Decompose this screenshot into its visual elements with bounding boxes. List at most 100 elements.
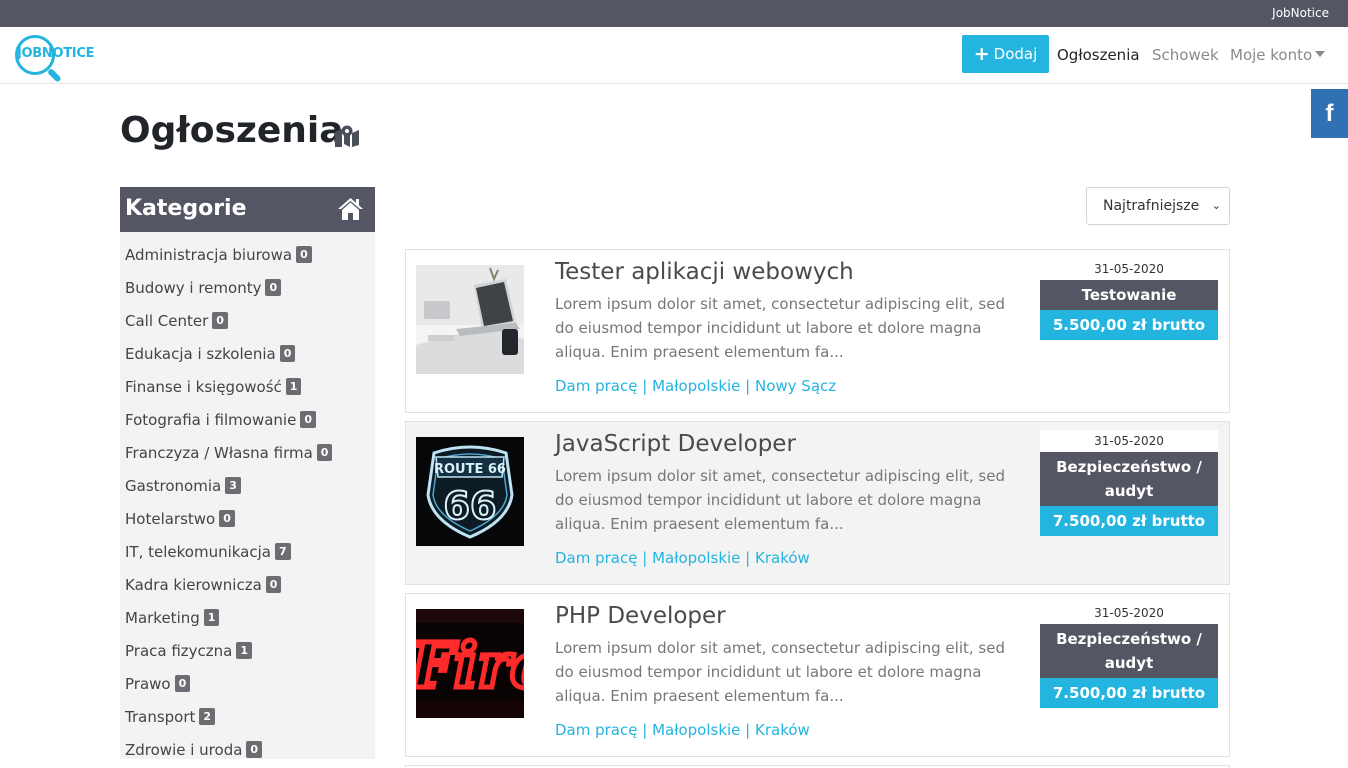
category-item[interactable]: Gastronomia 3	[120, 469, 375, 502]
offer-salary: 5.500,00 zł brutto	[1040, 310, 1218, 340]
category-item[interactable]: Praca fizyczna 1	[120, 634, 375, 667]
plus-icon: +	[973, 42, 990, 65]
offer-thumbnail[interactable]: ROUTE 66 66	[416, 437, 524, 546]
category-count-badge: 7	[274, 543, 291, 560]
category-item[interactable]: Call Center 0	[120, 304, 375, 337]
category-count-badge: 1	[236, 642, 253, 659]
facebook-button[interactable]: f	[1311, 89, 1348, 138]
category-label: Call Center	[125, 311, 209, 330]
category-count-badge: 1	[203, 609, 220, 626]
sort-select[interactable]: Najtrafniejsze ⌄	[1086, 187, 1230, 225]
offer-category: Bezpieczeństwo / audyt	[1040, 452, 1218, 506]
offer-category: Bezpieczeństwo / audyt	[1040, 624, 1218, 678]
category-sidebar: Kategorie Administracja biurowa 0 Budowy …	[120, 187, 375, 759]
thumb-route-text: ROUTE 66	[434, 462, 506, 477]
category-count-badge: 0	[265, 279, 282, 296]
category-count-badge: 0	[246, 741, 263, 758]
offer-description: Lorem ipsum dolor sit amet, consectetur …	[555, 639, 1005, 705]
category-label: Transport	[125, 707, 196, 726]
category-item[interactable]: Zdrowie i uroda 0	[120, 733, 375, 766]
add-button-label: Dodaj	[993, 45, 1038, 63]
category-label: Franczyza / Własna firma	[125, 443, 313, 462]
category-label: Marketing	[125, 608, 200, 627]
chevron-down-icon: ⌄	[1211, 199, 1221, 212]
offer-location-links[interactable]: Dam pracę | Małopolskie | Kraków	[555, 549, 810, 567]
sidebar-header: Kategorie	[120, 187, 375, 232]
category-label: Prawo	[125, 674, 171, 693]
page-title: Ogłoszenia	[120, 110, 344, 151]
offer-thumbnail[interactable]: Fire	[416, 609, 524, 718]
category-item[interactable]: Edukacja i szkolenia 0	[120, 337, 375, 370]
category-item[interactable]: Marketing 1	[120, 601, 375, 634]
category-label: Praca fizyczna	[125, 641, 233, 660]
nav-account-dropdown[interactable]: Moje konto	[1230, 46, 1326, 64]
offer-date: 31-05-2020	[1040, 258, 1218, 280]
category-count-badge: 1	[285, 378, 302, 395]
offer-salary: 7.500,00 zł brutto	[1040, 506, 1218, 536]
category-label: Gastronomia	[125, 476, 222, 495]
category-label: IT, telekomunikacja	[125, 542, 271, 561]
category-count-badge: 2	[199, 708, 216, 725]
chevron-down-icon	[1315, 51, 1326, 57]
topbar-brand: JobNotice	[1272, 6, 1329, 20]
category-count-badge: 0	[212, 312, 228, 329]
offer-thumbnail[interactable]	[416, 265, 524, 374]
category-count-badge: 3	[225, 477, 241, 494]
magnifier-handle	[46, 67, 62, 83]
category-label: Finanse i księgowość	[125, 377, 282, 396]
offer-description: Lorem ipsum dolor sit amet, consectetur …	[555, 467, 1005, 533]
sidebar-title: Kategorie	[125, 196, 247, 221]
category-label: Fotografia i filmowanie	[125, 410, 297, 429]
offer-date: 31-05-2020	[1040, 430, 1218, 452]
logo[interactable]: JOBNOTICE	[15, 34, 121, 83]
category-count-badge: 0	[316, 444, 333, 461]
category-label: Hotelarstwo	[125, 509, 216, 528]
logo-text: JOBNOTICE	[17, 46, 95, 61]
offer-date: 31-05-2020	[1040, 602, 1218, 624]
category-item[interactable]: IT, telekomunikacja 7	[120, 535, 375, 568]
category-label: Budowy i remonty	[125, 278, 262, 297]
top-bar: JobNotice	[0, 0, 1348, 27]
category-item[interactable]: Finanse i księgowość 1	[120, 370, 375, 403]
category-count-badge: 0	[279, 345, 296, 362]
category-item[interactable]: Franczyza / Własna firma 0	[120, 436, 375, 469]
offer-card[interactable]: Fire PHP Developer Lorem ipsum dolor sit…	[405, 593, 1230, 757]
offer-location-links[interactable]: Dam pracę | Małopolskie | Kraków	[555, 721, 810, 739]
category-item[interactable]: Kadra kierownicza 0	[120, 568, 375, 601]
category-label: Administracja biurowa	[125, 245, 293, 264]
nav-schowek[interactable]: Schowek	[1152, 46, 1219, 64]
navbar: JOBNOTICE + Dodaj Ogłoszenia Schowek Moj…	[0, 27, 1348, 84]
facebook-icon: f	[1325, 99, 1334, 127]
nav-account-label: Moje konto	[1230, 46, 1313, 64]
offer-title[interactable]: PHP Developer	[555, 603, 726, 629]
offer-category: Testowanie	[1040, 280, 1218, 310]
thumb-neon-text: Fire	[416, 629, 524, 702]
category-label: Zdrowie i uroda	[125, 740, 243, 759]
category-list: Administracja biurowa 0 Budowy i remonty 0…	[120, 232, 375, 766]
category-label: Kadra kierownicza	[125, 575, 262, 594]
category-count-badge: 0	[300, 411, 316, 428]
home-icon[interactable]	[337, 197, 364, 221]
offer-title[interactable]: JavaScript Developer	[555, 431, 796, 457]
category-item[interactable]: Fotografia i filmowanie 0	[120, 403, 375, 436]
category-count-badge: 0	[174, 675, 191, 692]
offer-title[interactable]: Tester aplikacji webowych	[555, 259, 854, 285]
offer-salary: 7.500,00 zł brutto	[1040, 678, 1218, 708]
category-count-badge: 0	[265, 576, 282, 593]
offer-card[interactable]: ROUTE 66 66 JavaScript Developer Lorem i…	[405, 421, 1230, 585]
offer-location-links[interactable]: Dam pracę | Małopolskie | Nowy Sącz	[555, 377, 836, 395]
nav-ogloszenia[interactable]: Ogłoszenia	[1057, 46, 1140, 64]
map-marker-icon[interactable]	[334, 124, 360, 148]
category-count-badge: 0	[296, 246, 312, 263]
category-item[interactable]: Budowy i remonty 0	[120, 271, 375, 304]
sort-selected-label: Najtrafniejsze	[1103, 198, 1200, 214]
offer-description: Lorem ipsum dolor sit amet, consectetur …	[555, 295, 1005, 361]
offer-card[interactable]: Tester aplikacji webowych Lorem ipsum do…	[405, 249, 1230, 413]
category-item[interactable]: Transport 2	[120, 700, 375, 733]
category-item[interactable]: Prawo 0	[120, 667, 375, 700]
category-item[interactable]: Administracja biurowa 0	[120, 238, 375, 271]
svg-text:66: 66	[444, 484, 497, 528]
add-button[interactable]: + Dodaj	[962, 35, 1049, 73]
category-item[interactable]: Hotelarstwo 0	[120, 502, 375, 535]
category-label: Edukacja i szkolenia	[125, 344, 276, 363]
